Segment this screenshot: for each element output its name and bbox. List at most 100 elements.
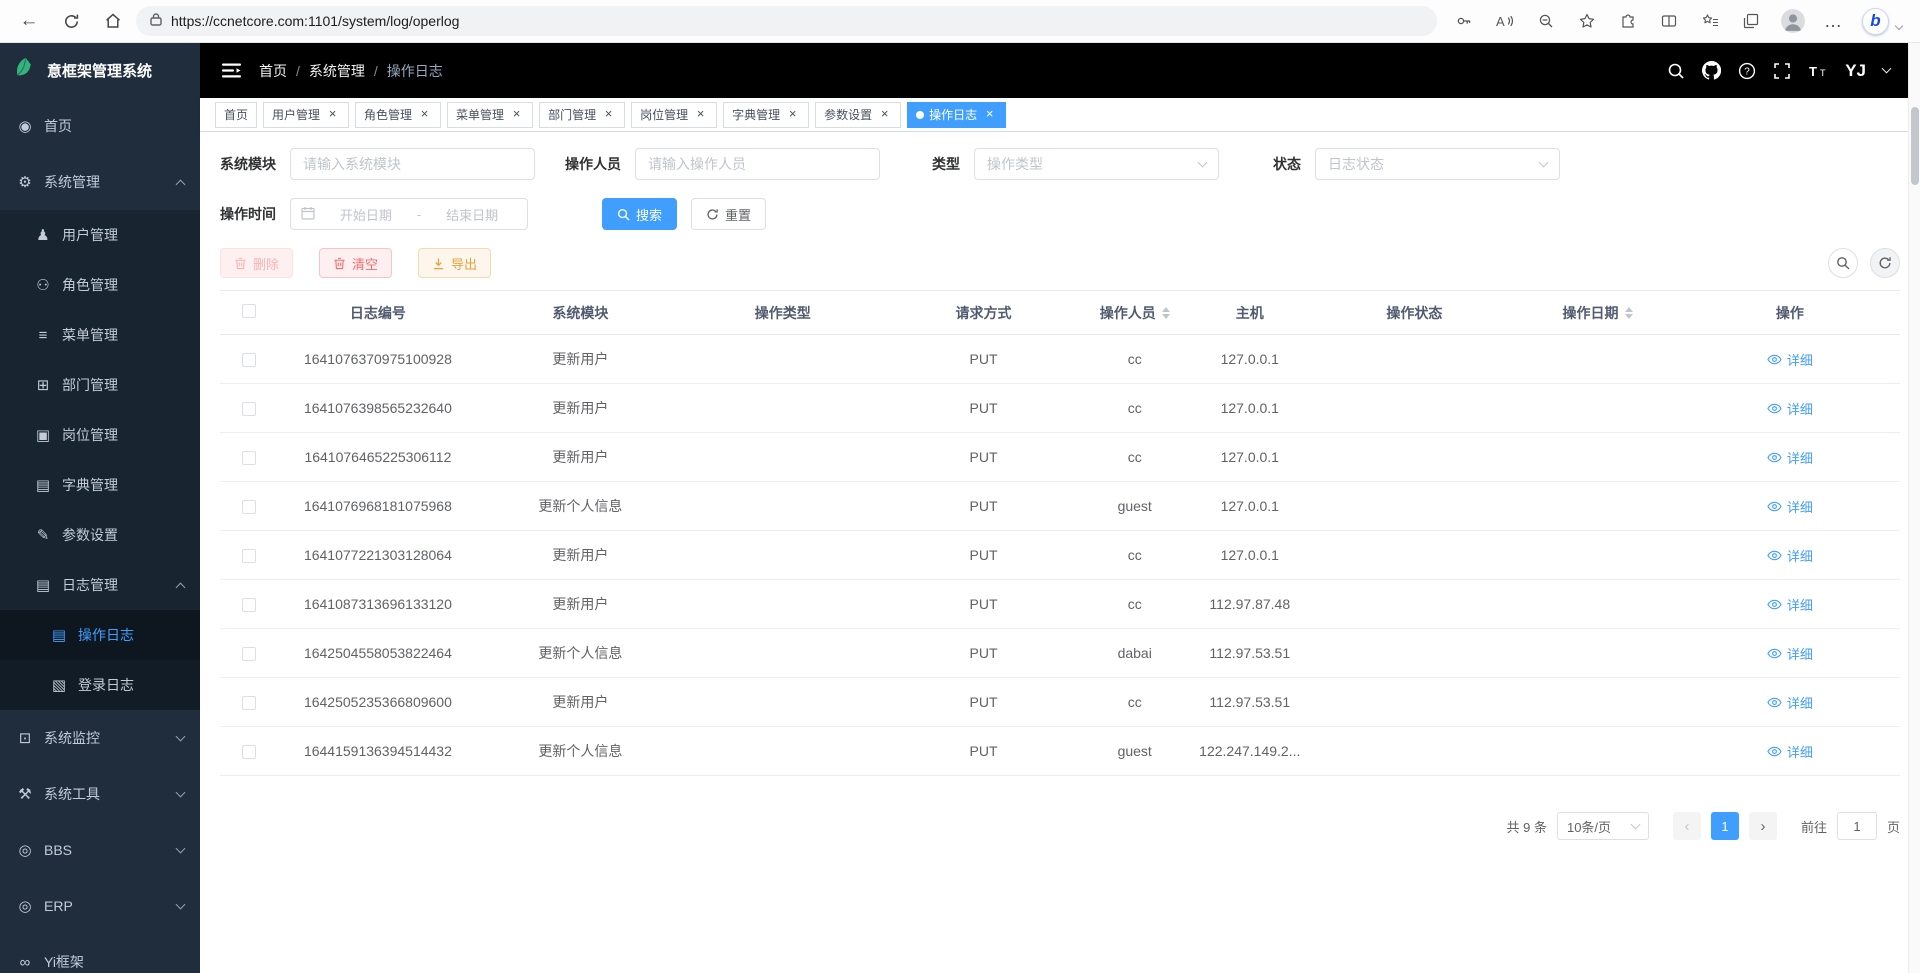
detail-link[interactable]: 详细 xyxy=(1767,399,1813,418)
favorites-add-icon[interactable] xyxy=(1576,10,1598,32)
sidebar-item[interactable]: ≡ 菜单管理 xyxy=(0,310,200,360)
tab-close-icon[interactable]: × xyxy=(877,107,892,122)
browser-menu-icon[interactable]: … xyxy=(1824,11,1843,32)
zoom-out-icon[interactable] xyxy=(1535,10,1557,32)
tab-close-icon[interactable]: × xyxy=(982,107,997,122)
search-button[interactable]: 搜索 xyxy=(602,198,677,230)
tab[interactable]: 部门管理 × xyxy=(539,102,625,128)
row-checkbox[interactable] xyxy=(242,647,256,661)
scrollbar-thumb[interactable] xyxy=(1911,107,1919,185)
export-button[interactable]: 导出 xyxy=(418,248,491,278)
sidebar-item[interactable]: ◉ 首页 xyxy=(0,98,200,154)
collections-icon[interactable] xyxy=(1740,10,1762,32)
breadcrumb-item[interactable]: 操作日志 xyxy=(387,61,443,81)
detail-link[interactable]: 详细 xyxy=(1767,497,1813,516)
sort-icon[interactable] xyxy=(1162,307,1170,319)
page-scrollbar[interactable] xyxy=(1908,43,1920,973)
home-icon[interactable] xyxy=(102,10,124,32)
user-logo[interactable]: YJ xyxy=(1845,61,1866,81)
sidebar-item[interactable]: ✎ 参数设置 xyxy=(0,510,200,560)
password-key-icon[interactable] xyxy=(1453,10,1475,32)
bing-icon[interactable]: b xyxy=(1862,8,1889,35)
select-all-checkbox[interactable] xyxy=(242,304,256,318)
detail-link[interactable]: 详细 xyxy=(1767,595,1813,614)
tab-close-icon[interactable]: × xyxy=(325,107,340,122)
clear-button[interactable]: 清空 xyxy=(319,248,392,278)
tab[interactable]: 首页 xyxy=(215,102,257,128)
status-select[interactable]: 日志状态 xyxy=(1315,148,1560,180)
address-bar[interactable]: https://ccnetcore.com:1101/system/log/op… xyxy=(136,6,1437,36)
tab-close-icon[interactable]: × xyxy=(601,107,616,122)
breadcrumb-item[interactable]: 首页 xyxy=(259,61,287,81)
row-checkbox[interactable] xyxy=(242,598,256,612)
tab-close-icon[interactable]: × xyxy=(785,107,800,122)
operator-input[interactable] xyxy=(635,148,880,180)
detail-link[interactable]: 详细 xyxy=(1767,742,1813,761)
row-checkbox[interactable] xyxy=(242,353,256,367)
breadcrumb-item[interactable]: 系统管理 xyxy=(309,61,365,81)
prev-page-button[interactable]: ‹ xyxy=(1673,812,1701,840)
sort-icon[interactable] xyxy=(1625,307,1633,319)
table-refresh-button[interactable] xyxy=(1870,248,1900,278)
tab[interactable]: 字典管理 × xyxy=(723,102,809,128)
tab[interactable]: 参数设置 × xyxy=(815,102,901,128)
tab-close-icon[interactable]: × xyxy=(693,107,708,122)
sidebar-item[interactable]: ◎ ERP xyxy=(0,878,200,934)
back-icon[interactable]: ← xyxy=(18,10,40,32)
row-checkbox[interactable] xyxy=(242,696,256,710)
row-checkbox[interactable] xyxy=(242,549,256,563)
sidebar-item[interactable]: ▧ 登录日志 xyxy=(0,660,200,710)
type-select[interactable]: 操作类型 xyxy=(974,148,1219,180)
delete-button[interactable]: 删除 xyxy=(220,248,293,278)
read-aloud-icon[interactable]: A xyxy=(1494,10,1516,32)
bing-caret-icon[interactable] xyxy=(1895,22,1903,30)
detail-link[interactable]: 详细 xyxy=(1767,350,1813,369)
tab[interactable]: 菜单管理 × xyxy=(447,102,533,128)
row-checkbox[interactable] xyxy=(242,451,256,465)
module-input[interactable] xyxy=(290,148,535,180)
next-page-button[interactable]: › xyxy=(1749,812,1777,840)
tab[interactable]: 岗位管理 × xyxy=(631,102,717,128)
page-size-select[interactable]: 10条/页 xyxy=(1557,812,1649,840)
profile-avatar[interactable] xyxy=(1781,9,1805,33)
tab[interactable]: 用户管理 × xyxy=(263,102,349,128)
hamburger-icon[interactable] xyxy=(222,63,241,78)
refresh-icon[interactable] xyxy=(60,10,82,32)
table-search-button[interactable] xyxy=(1828,248,1858,278)
row-checkbox[interactable] xyxy=(242,402,256,416)
sidebar-item[interactable]: ▤ 操作日志 xyxy=(0,610,200,660)
goto-page-input[interactable] xyxy=(1837,812,1877,840)
chevron-down-icon[interactable] xyxy=(1882,64,1892,74)
row-checkbox[interactable] xyxy=(242,500,256,514)
detail-link[interactable]: 详细 xyxy=(1767,693,1813,712)
tab-close-icon[interactable]: × xyxy=(417,107,432,122)
font-size-icon[interactable]: TT xyxy=(1808,62,1828,80)
sidebar-item[interactable]: ⊡ 系统监控 xyxy=(0,710,200,766)
sidebar-item[interactable]: ▤ 字典管理 xyxy=(0,460,200,510)
detail-link[interactable]: 详细 xyxy=(1767,644,1813,663)
tab[interactable]: 角色管理 × xyxy=(355,102,441,128)
sidebar-item[interactable]: ▣ 岗位管理 xyxy=(0,410,200,460)
split-screen-icon[interactable] xyxy=(1658,10,1680,32)
sidebar-item[interactable]: ◎ BBS xyxy=(0,822,200,878)
favorites-bar-icon[interactable] xyxy=(1699,10,1721,32)
github-icon[interactable] xyxy=(1702,61,1721,80)
extensions-icon[interactable] xyxy=(1617,10,1639,32)
sidebar-item[interactable]: ⊞ 部门管理 xyxy=(0,360,200,410)
tab[interactable]: 操作日志 × xyxy=(907,102,1006,128)
detail-link[interactable]: 详细 xyxy=(1767,546,1813,565)
page-number-1[interactable]: 1 xyxy=(1711,812,1739,840)
search-icon[interactable] xyxy=(1667,62,1685,80)
sidebar-item[interactable]: ▤ 日志管理 xyxy=(0,560,200,610)
tab-close-icon[interactable]: × xyxy=(509,107,524,122)
row-checkbox[interactable] xyxy=(242,745,256,759)
date-range-picker[interactable]: 开始日期 - 结束日期 xyxy=(290,198,528,230)
help-icon[interactable]: ? xyxy=(1738,62,1756,80)
sidebar-item[interactable]: ⚒ 系统工具 xyxy=(0,766,200,822)
sidebar-item[interactable]: ∞ Yi框架 xyxy=(0,934,200,973)
sidebar-item[interactable]: ⚙ 系统管理 xyxy=(0,154,200,210)
fullscreen-icon[interactable] xyxy=(1773,62,1791,80)
sidebar-item[interactable]: ♟ 用户管理 xyxy=(0,210,200,260)
detail-link[interactable]: 详细 xyxy=(1767,448,1813,467)
reset-button[interactable]: 重置 xyxy=(691,198,766,230)
